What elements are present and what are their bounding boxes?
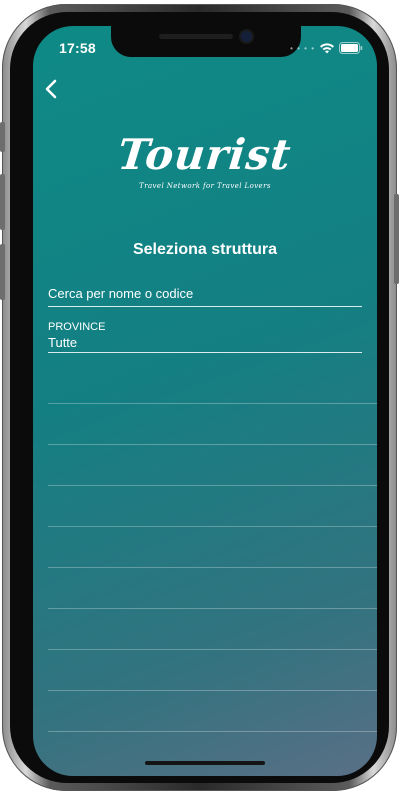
list-item[interactable] bbox=[48, 568, 377, 609]
app-screen: 17:58 • • • • Tourist Travel Network for… bbox=[33, 26, 377, 776]
list-item[interactable] bbox=[48, 486, 377, 527]
tourist-logo: Tourist Travel Network for Travel Lovers bbox=[33, 130, 377, 190]
list-item[interactable] bbox=[48, 527, 377, 568]
province-value: Tutte bbox=[48, 335, 78, 350]
list-item[interactable] bbox=[48, 404, 377, 445]
results-list bbox=[48, 363, 377, 732]
province-filter[interactable]: PROVINCE Tutte bbox=[48, 321, 362, 353]
volume-down-button bbox=[0, 244, 5, 300]
list-item[interactable] bbox=[48, 609, 377, 650]
back-button[interactable] bbox=[41, 78, 63, 100]
list-item[interactable] bbox=[48, 650, 377, 691]
list-item[interactable] bbox=[48, 363, 377, 404]
list-item[interactable] bbox=[48, 445, 377, 486]
home-indicator[interactable] bbox=[145, 761, 265, 765]
battery-icon bbox=[339, 42, 363, 54]
volume-up-button bbox=[0, 174, 5, 230]
search-input[interactable]: Cerca per nome o codice bbox=[48, 286, 362, 307]
status-icons: • • • • bbox=[290, 40, 363, 56]
wifi-icon bbox=[319, 42, 335, 54]
camera-notch bbox=[111, 26, 301, 57]
list-item[interactable] bbox=[48, 691, 377, 732]
status-time: 17:58 bbox=[59, 40, 96, 56]
page-title: Seleziona struttura bbox=[132, 241, 278, 258]
logo-tagline: Travel Network for Travel Lovers bbox=[139, 182, 271, 190]
province-label: PROVINCE bbox=[48, 321, 106, 333]
power-button bbox=[394, 194, 399, 284]
mute-switch bbox=[0, 122, 5, 152]
chevron-left-icon bbox=[45, 79, 57, 99]
logo-wordmark: Tourist bbox=[115, 130, 295, 179]
signal-dots-icon: • • • • bbox=[290, 43, 315, 53]
